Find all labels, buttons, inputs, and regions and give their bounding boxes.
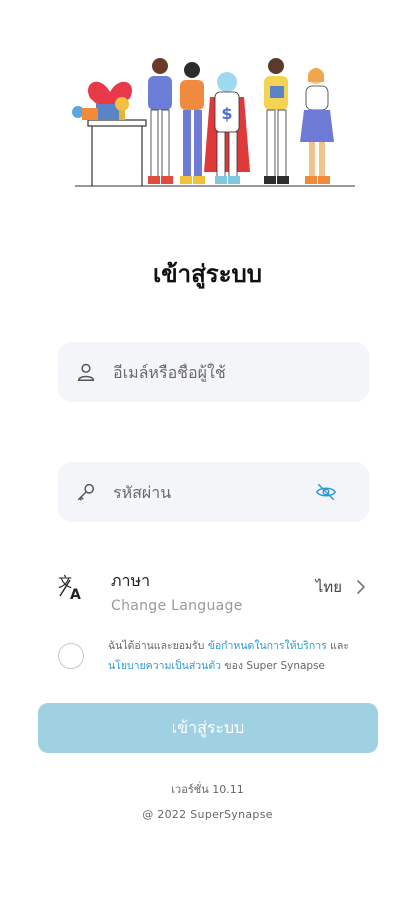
change-language-label: Change Language	[111, 597, 243, 614]
key-icon	[77, 483, 95, 501]
language-text: ภาษา Change Language	[111, 569, 316, 614]
terms-middle: และ	[326, 640, 349, 652]
password-field[interactable]	[58, 462, 369, 522]
app-version: เวอร์ชั่น 10.11	[171, 783, 244, 796]
chevron-right-icon	[357, 580, 365, 594]
page-title: เข้าสู่ระบบ	[153, 260, 262, 288]
terms-prefix: ฉันได้อ่านและยอมรับ	[108, 640, 208, 652]
terms-text: ฉันได้อ่านและยอมรับ ข้อกำหนดในการให้บริก…	[108, 636, 349, 676]
terms-consent: ฉันได้อ่านและยอมรับ ข้อกำหนดในการให้บริก…	[58, 636, 378, 676]
login-button[interactable]: เข้าสู่ระบบ	[38, 703, 378, 753]
eye-off-icon[interactable]	[315, 481, 337, 503]
language-selector[interactable]: 文 A ภาษา Change Language ไทย	[56, 566, 368, 616]
translate-icon: 文 A	[58, 575, 81, 602]
svg-text:A: A	[70, 587, 81, 602]
svg-text:$: $	[221, 104, 232, 123]
user-icon	[77, 363, 95, 381]
team-illustration: $	[72, 58, 355, 187]
username-input[interactable]	[113, 362, 369, 382]
copyright: @ 2022 SuperSynapse	[142, 808, 273, 821]
current-language: ไทย	[315, 578, 342, 596]
login-screen: $ เข้าสู่ระบบ อีเมล์หรือชื่อผู้ใช้ 文 A ภ…	[0, 0, 415, 900]
terms-of-service-link[interactable]: ข้อกำหนดในการให้บริการ	[208, 640, 327, 652]
username-field[interactable]	[58, 342, 369, 402]
password-input[interactable]	[113, 482, 315, 502]
privacy-policy-link[interactable]: นโยบายความเป็นส่วนตัว	[108, 660, 221, 672]
terms-checkbox[interactable]	[58, 643, 84, 669]
terms-suffix: ของ Super Synapse	[221, 660, 326, 672]
language-label: ภาษา	[111, 570, 151, 590]
